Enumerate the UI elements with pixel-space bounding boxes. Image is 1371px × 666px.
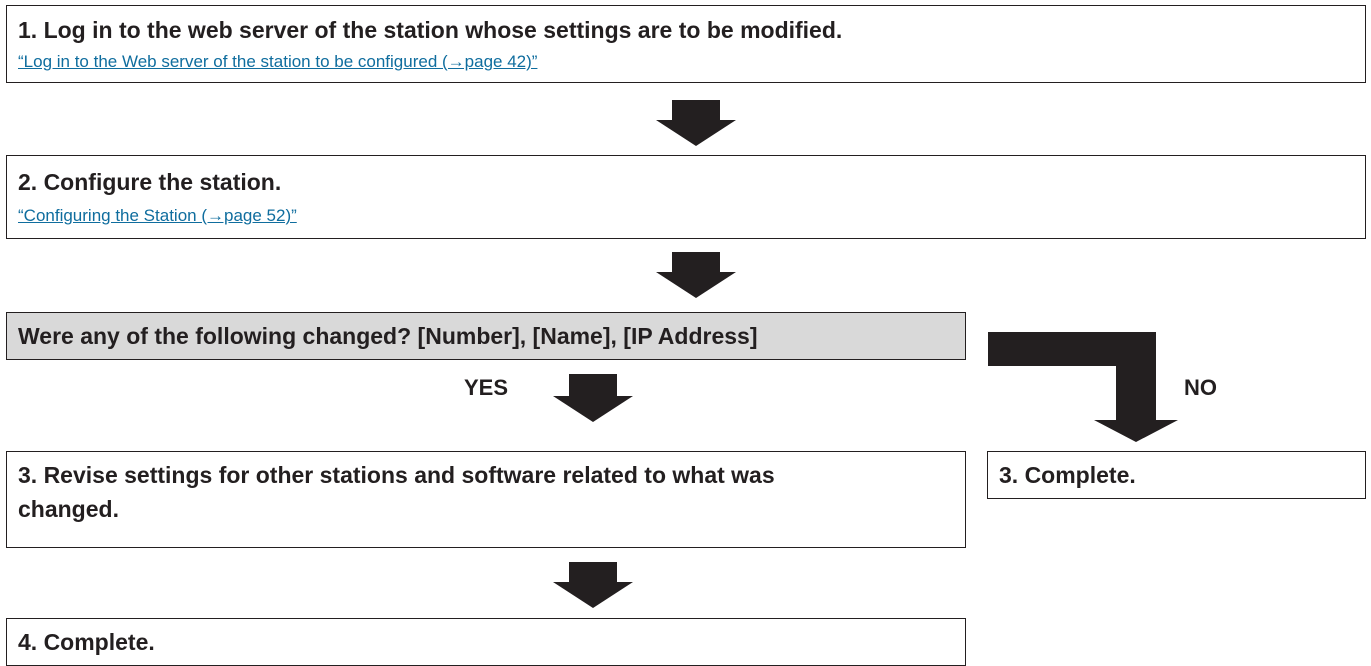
down-arrow-2 [656,252,736,298]
down-arrow-yes [553,374,633,422]
step-2-title: 2. Configure the station. [18,169,282,195]
down-arrow-4 [553,562,633,608]
step-1-title: 1. Log in to the web server of the stati… [18,17,843,43]
step-3-yes-box: 3. Revise settings for other stations an… [6,451,966,548]
step-3-no-box: 3. Complete. [987,451,1366,499]
down-arrow-1 [656,100,736,146]
step-4-title: 4. Complete. [18,629,155,655]
decision-box: Were any of the following changed? [Numb… [6,312,966,360]
no-label: NO [1184,375,1217,400]
step-3-no-title: 3. Complete. [999,462,1136,488]
step-1-box: 1. Log in to the web server of the stati… [6,5,1366,83]
step-3-yes-title: 3. Revise settings for other stations an… [18,462,775,522]
step-2-box: 2. Configure the station. “Configuring t… [6,155,1366,239]
step-4-box: 4. Complete. [6,618,966,666]
step-2-link[interactable]: “Configuring the Station (→page 52)” [18,206,297,226]
decision-question: Were any of the following changed? [Numb… [18,323,758,349]
yes-label: YES [464,375,509,400]
step-1-link[interactable]: “Log in to the Web server of the station… [18,52,537,72]
elbow-arrow-no [988,332,1178,442]
